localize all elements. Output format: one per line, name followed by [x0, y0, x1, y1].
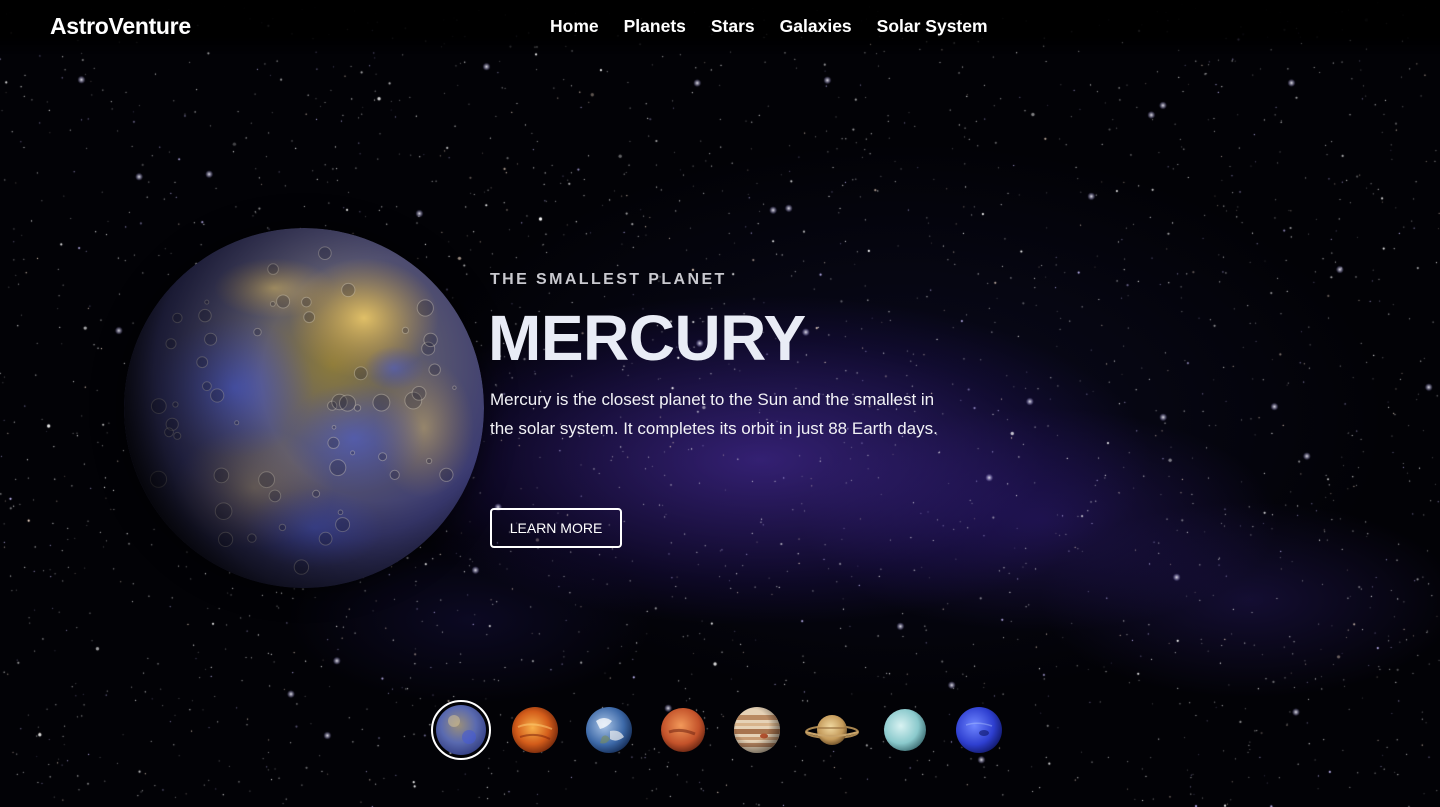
- nav-solar-system[interactable]: Solar System: [877, 16, 988, 37]
- uranus-thumbnail-icon: [884, 709, 926, 751]
- nav-planets[interactable]: Planets: [624, 16, 686, 37]
- saturn-thumbnail-icon: [805, 715, 859, 745]
- planet-thumb-earth[interactable]: [586, 707, 632, 753]
- planet-thumb-mercury[interactable]: [431, 700, 491, 760]
- hero-title: MERCURY: [488, 302, 806, 374]
- neptune-thumbnail-icon: [956, 707, 1002, 753]
- nav-galaxies[interactable]: Galaxies: [780, 16, 852, 37]
- venus-thumbnail-icon: [512, 707, 558, 753]
- mars-thumbnail-icon: [661, 708, 705, 752]
- planet-thumb-venus[interactable]: [512, 707, 558, 753]
- jupiter-thumbnail-icon: [734, 707, 780, 753]
- planet-thumb-mars[interactable]: [661, 708, 705, 752]
- nav-home[interactable]: Home: [550, 16, 599, 37]
- earth-thumbnail-icon: [586, 707, 632, 753]
- hero-description: Mercury is the closest planet to the Sun…: [490, 390, 938, 438]
- hero-eyebrow: THE SMALLEST PLANET: [490, 271, 727, 288]
- learn-more-button[interactable]: LEARN MORE: [490, 508, 622, 548]
- planet-thumb-jupiter[interactable]: [734, 707, 780, 753]
- site-header: AstroVenture Home Planets Stars Galaxies…: [0, 0, 1440, 54]
- planet-thumb-saturn[interactable]: [805, 710, 859, 750]
- nav-stars[interactable]: Stars: [711, 16, 755, 37]
- mercury-thumbnail-icon: [436, 705, 486, 755]
- planet-thumb-neptune[interactable]: [956, 707, 1002, 753]
- page: AstroVenture Home Planets Stars Galaxies…: [0, 0, 1440, 807]
- planet-thumb-uranus[interactable]: [884, 709, 926, 751]
- mercury-planet-image: [124, 228, 484, 588]
- main-nav: Home Planets Stars Galaxies Solar System: [550, 16, 988, 37]
- brand-logo[interactable]: AstroVenture: [50, 13, 191, 40]
